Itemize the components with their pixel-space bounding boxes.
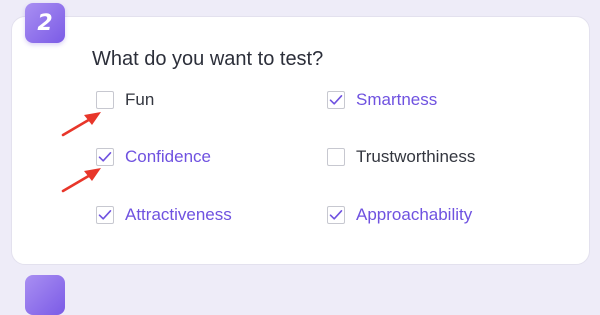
step-number-badge: 2 <box>25 3 65 43</box>
option-label: Fun <box>125 90 155 109</box>
next-step-badge <box>25 275 65 315</box>
option-label: Confidence <box>125 147 212 166</box>
checkbox-approachability[interactable] <box>327 206 345 224</box>
question-title: What do you want to test? <box>92 48 324 70</box>
red-arrow-icon <box>61 112 101 137</box>
question-card: What do you want to test? Fun Smartness … <box>11 16 590 265</box>
option-label: Attractiveness <box>125 205 232 224</box>
option-label: Smartness <box>356 90 438 109</box>
checkbox-smartness[interactable] <box>327 91 345 109</box>
checkbox-trustworthiness[interactable] <box>327 148 345 166</box>
check-icon <box>329 95 343 105</box>
option-approachability[interactable]: Approachability <box>327 205 472 225</box>
red-arrow-icon <box>61 168 101 193</box>
option-trustworthiness[interactable]: Trustworthiness <box>327 147 475 167</box>
check-icon <box>329 210 343 220</box>
option-confidence[interactable]: Confidence <box>96 147 211 167</box>
option-attractiveness[interactable]: Attractiveness <box>96 205 232 225</box>
option-label: Trustworthiness <box>356 147 476 166</box>
option-smartness[interactable]: Smartness <box>327 90 437 110</box>
option-label: Approachability <box>356 205 473 224</box>
check-icon <box>98 210 112 220</box>
checkbox-attractiveness[interactable] <box>96 206 114 224</box>
